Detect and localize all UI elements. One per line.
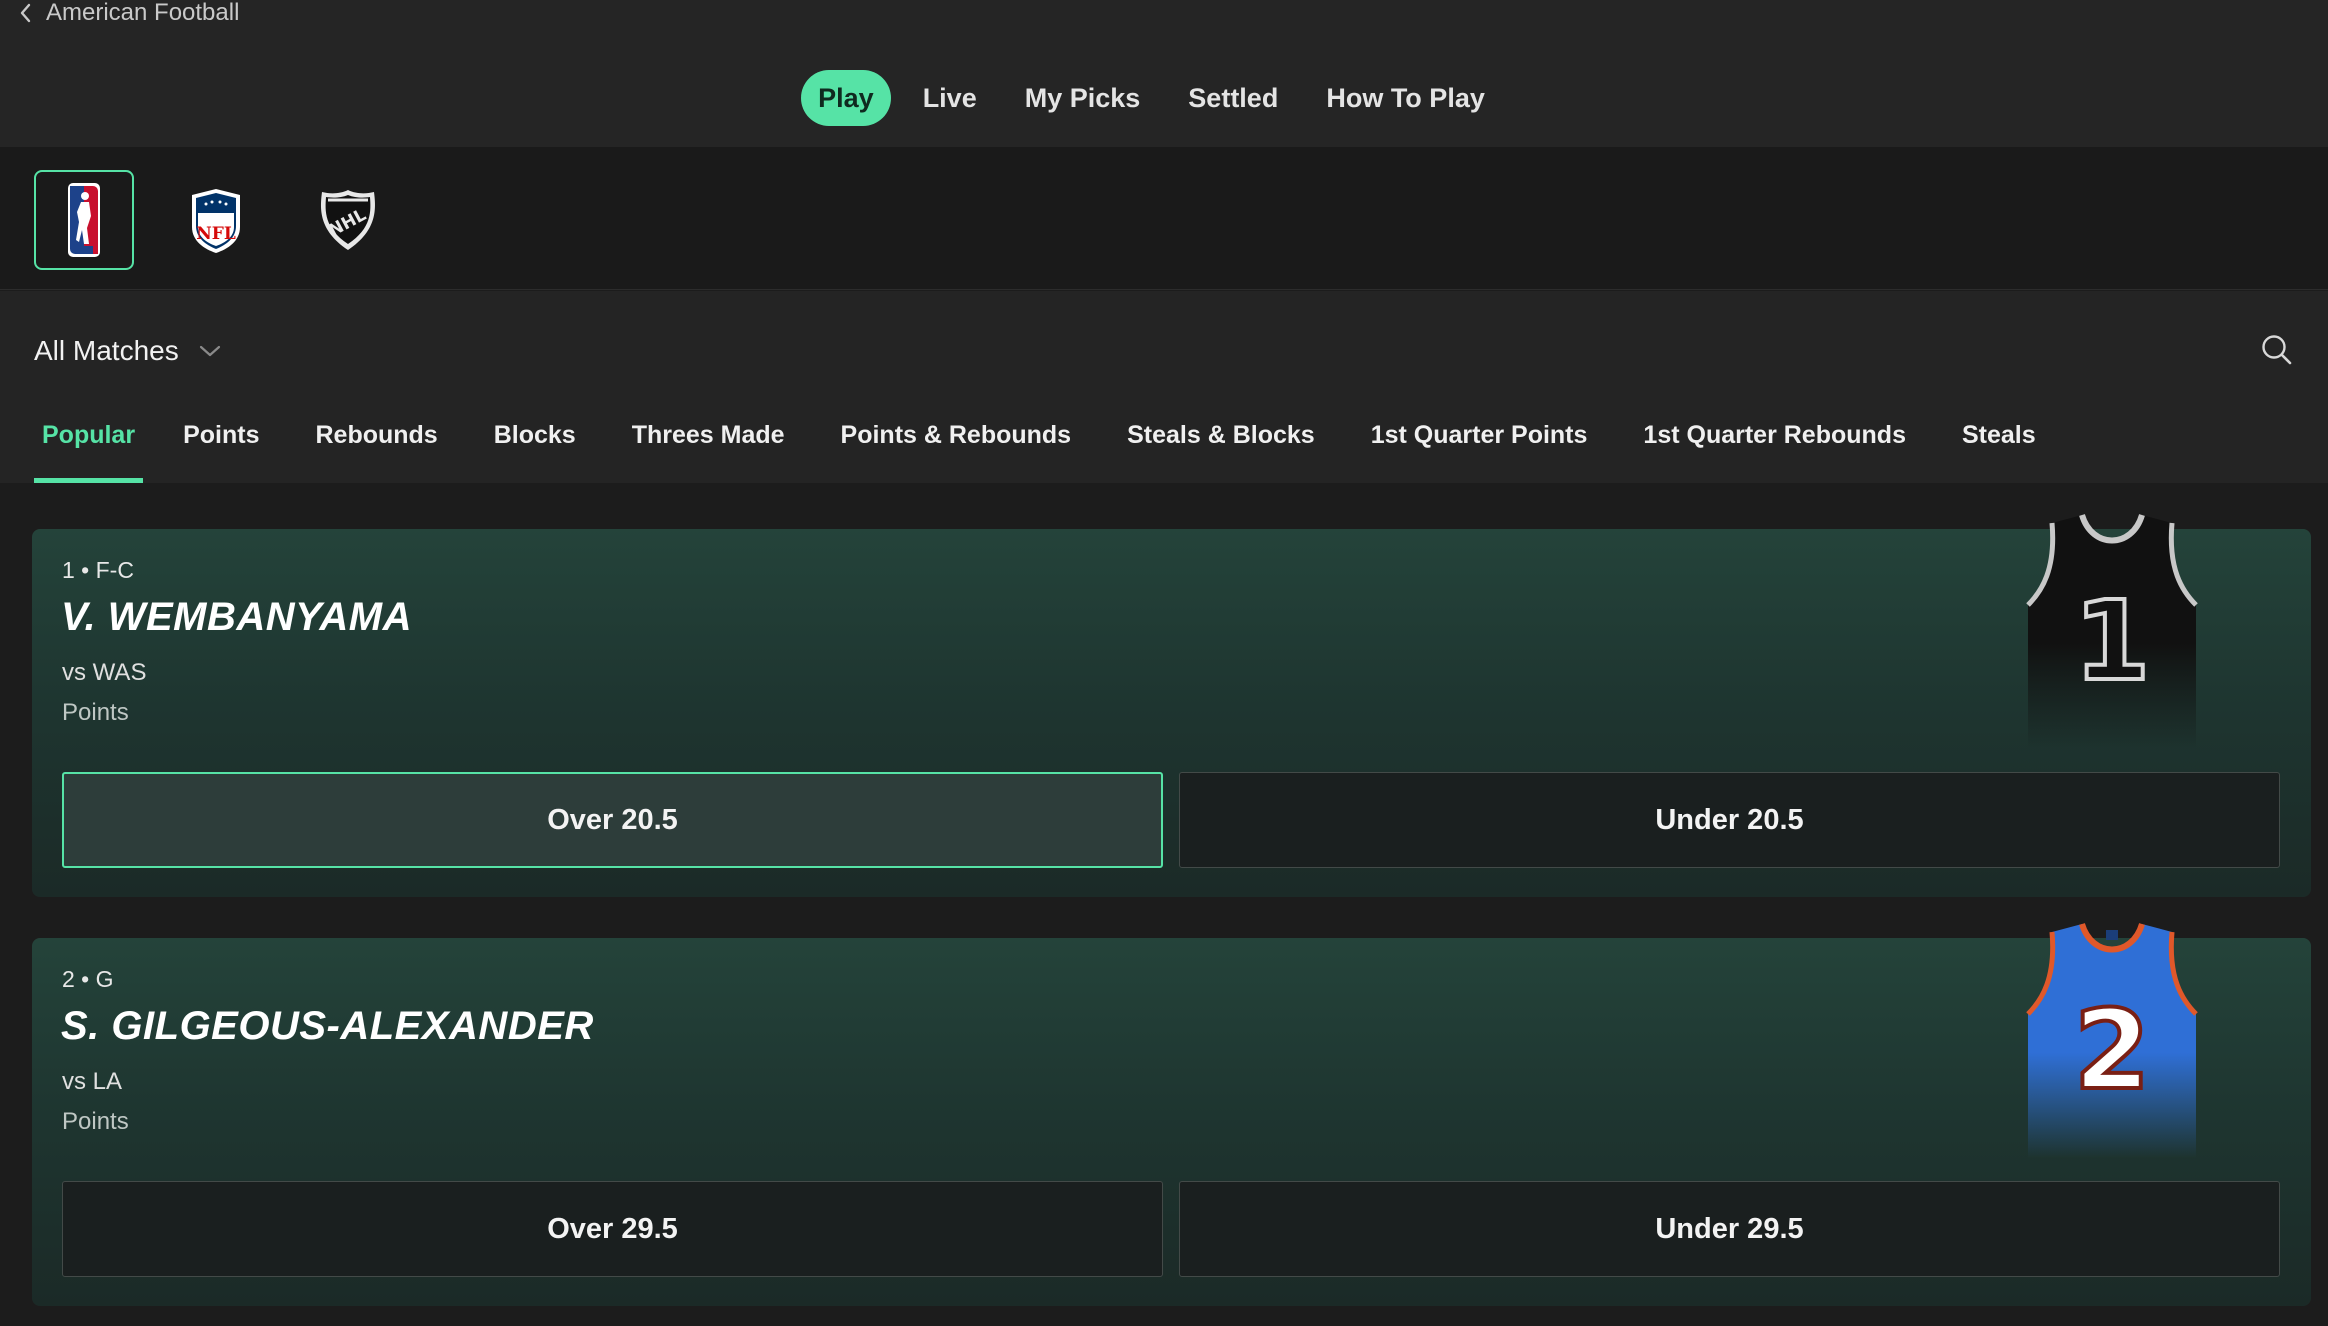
stat-tab-1st-quarter-points[interactable]: 1st Quarter Points [1371,409,1588,483]
league-selector: NFL NHL [0,148,2328,290]
player-stat-type: Points [62,699,129,726]
all-matches-dropdown[interactable]: All Matches [34,331,221,371]
player-opponent: vs WAS [62,659,147,686]
main-nav: Play Live My Picks Settled How To Play [0,70,2328,126]
stat-tab-threes-made[interactable]: Threes Made [632,409,785,483]
stat-tab-rebounds[interactable]: Rebounds [315,409,437,483]
stat-tabs: Popular Points Rebounds Blocks Threes Ma… [34,409,2092,483]
chevron-left-icon [20,3,31,23]
league-tile-nhl[interactable]: NHL [298,170,398,270]
player-meta: 1 • F-C [62,557,134,583]
over-button[interactable]: Over 20.5 [62,772,1163,868]
player-stat-type: Points [62,1108,129,1135]
tab-play[interactable]: Play [801,70,891,126]
stat-tab-steals[interactable]: Steals [1962,409,2036,483]
tab-my-picks[interactable]: My Picks [1001,70,1165,126]
over-button[interactable]: Over 29.5 [62,1181,1163,1277]
tab-settled[interactable]: Settled [1164,70,1302,126]
player-name: S. GILGEOUS-ALEXANDER [61,1004,594,1048]
stat-tab-blocks[interactable]: Blocks [494,409,576,483]
all-matches-label: All Matches [34,335,179,366]
player-card: 2 • G S. GILGEOUS-ALEXANDER vs LA Points… [32,922,2311,1306]
stat-tab-popular[interactable]: Popular [34,409,144,483]
league-tile-nba[interactable] [34,170,134,270]
back-link[interactable]: American Football [18,0,239,26]
search-button[interactable] [2260,333,2294,367]
stat-tab-points-rebounds[interactable]: Points & Rebounds [841,409,1072,483]
filter-area: All Matches Popular Points Rebounds Bloc… [0,291,2328,483]
back-link-label: American Football [46,0,240,26]
chevron-down-icon [199,345,220,357]
jersey-icon: 2 [2026,922,2198,1158]
top-header: American Football Play Live My Picks Set… [0,0,2328,148]
player-name: V. WEMBANYAMA [61,595,412,639]
stat-tab-points[interactable]: Points [183,409,259,483]
stat-tab-steals-blocks[interactable]: Steals & Blocks [1127,409,1315,483]
tab-live[interactable]: Live [899,70,1001,126]
nhl-logo-icon: NHL [321,190,375,250]
player-opponent: vs LA [62,1068,123,1095]
stat-tab-1st-quarter-rebounds[interactable]: 1st Quarter Rebounds [1643,409,1906,483]
player-meta: 2 • G [62,966,114,992]
league-tile-nfl[interactable]: NFL [166,170,266,270]
under-button[interactable]: Under 29.5 [1179,1181,2280,1277]
nfl-logo-icon: NFL [192,189,240,253]
under-button[interactable]: Under 20.5 [1179,772,2280,868]
nba-logo-icon [68,183,100,257]
jersey-number: 1 [2074,577,2151,705]
jersey-icon: 1 [2026,513,2198,749]
jersey-number: 2 [2074,986,2151,1114]
search-icon [2262,335,2292,365]
svg-text:NFL: NFL [196,224,236,244]
tab-how-to-play[interactable]: How To Play [1302,70,1509,126]
player-card: 1 • F-C V. WEMBANYAMA vs WAS Points 1 Ov… [32,513,2311,897]
